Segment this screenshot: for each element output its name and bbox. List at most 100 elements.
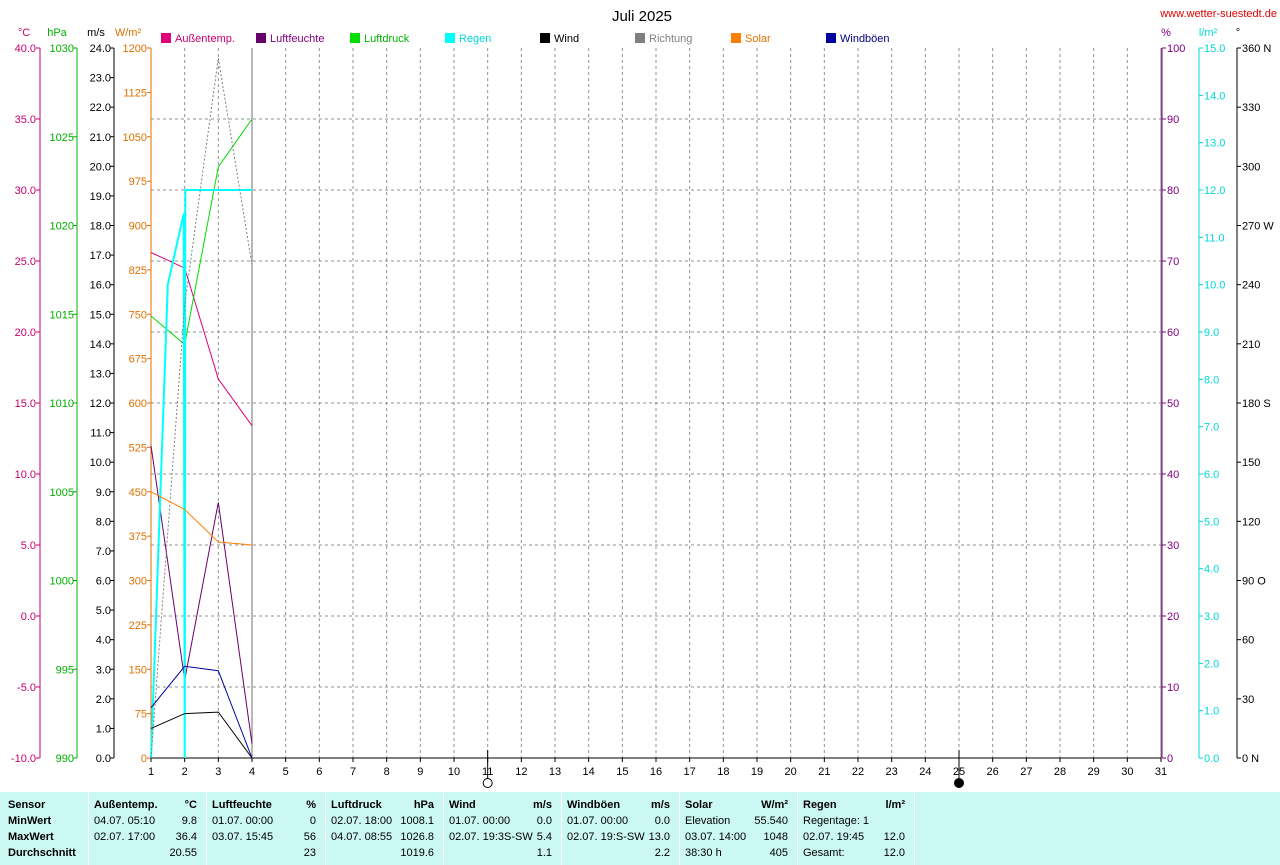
tick-label-solar: 150 <box>129 664 147 676</box>
x-tick-label: 3 <box>215 766 221 778</box>
tick-label-wind: 11.0 <box>90 428 111 440</box>
tick-label-humidity: 40 <box>1167 469 1179 481</box>
tick-label-temp: 30.0 <box>15 185 36 197</box>
tick-label-wind: 2.0 <box>96 694 111 706</box>
stats-col-unit: °C <box>184 799 197 811</box>
stats-cell-value: 1008.1 <box>400 815 434 827</box>
tick-label-rain: 14.0 <box>1204 90 1225 102</box>
tick-label-humidity: 70 <box>1167 256 1179 268</box>
stats-cell-label: Regentage: 1 <box>803 815 870 827</box>
tick-label-rain: 6.0 <box>1204 469 1219 481</box>
tick-label-solar: 525 <box>129 442 147 454</box>
x-tick-label: 27 <box>1020 766 1032 778</box>
tick-label-humidity: 10 <box>1167 682 1179 694</box>
tick-label-wind: 16.0 <box>90 280 111 292</box>
stats-cell-value: 20.55 <box>169 847 197 859</box>
legend-label: Luftdruck <box>364 33 410 45</box>
tick-label-temp: 20.0 <box>15 327 36 339</box>
tick-label-wind: 4.0 <box>96 635 111 647</box>
x-tick-label: 2 <box>182 766 188 778</box>
stats-col-header: Wind <box>449 799 476 811</box>
axis-rain: 15.0 14.0 13.0 12.0 11.0 10.0 9.0 8.0 7.0 6.0 5.0 4… <box>1198 27 1225 765</box>
tick-label-humidity: 50 <box>1167 398 1179 410</box>
stats-cell-value: 1.1 <box>536 847 552 859</box>
tick-label-wind: 17.0 <box>90 250 111 262</box>
site-link[interactable]: www.wetter-suestedt.de <box>1159 8 1277 20</box>
tick-label-pressure: 1015 <box>50 309 74 321</box>
tick-label-pressure: 1020 <box>50 221 74 233</box>
axis-temp: 40.0 35.0 30.0 25.0 20.0 15.0 10.0 5.0 0.0 -5.0 -1… <box>11 27 41 765</box>
chart-grid <box>150 48 1162 759</box>
axis-unit-humidity: % <box>1161 27 1171 39</box>
tick-label-rain: 7.0 <box>1204 422 1219 434</box>
x-tick-label: 1 <box>148 766 154 778</box>
stats-column-2: Luftdruck hPa 02.07. 18:00 1008.1 04.07. 08:… <box>326 792 444 865</box>
stats-col-header: Regen <box>803 799 837 811</box>
tick-label-temp: -5.0 <box>17 682 36 694</box>
tick-label-humidity: 30 <box>1167 540 1179 552</box>
tick-label-temp: 0.0 <box>21 611 36 623</box>
stats-cell-value: 13.0 <box>648 831 670 843</box>
stats-col-unit: W/m² <box>761 799 788 811</box>
tick-label-rain: 15.0 <box>1204 43 1225 55</box>
tick-label-wind: 0.0 <box>96 753 111 765</box>
tick-label-wind: 9.0 <box>96 487 111 499</box>
series-line-Richtung <box>150 57 253 759</box>
tick-label-pressure: 1000 <box>50 576 74 588</box>
tick-label-direction: 330 <box>1242 102 1260 114</box>
stats-col-unit: % <box>306 799 316 811</box>
stats-cell-value: 9.8 <box>181 815 197 827</box>
tick-label-solar: 300 <box>129 576 147 588</box>
series-line-Luftfeuchte <box>150 445 253 744</box>
x-tick-label: 4 <box>249 766 255 778</box>
legend-swatch <box>635 33 645 43</box>
tick-label-wind: 22.0 <box>90 102 111 114</box>
tick-label-rain: 9.0 <box>1204 327 1219 339</box>
stats-cell-value: 12.0 <box>883 831 905 843</box>
tick-label-wind: 15.0 <box>90 309 111 321</box>
legend-swatch <box>826 33 836 43</box>
chart-series <box>150 57 253 759</box>
tick-label-rain: 12.0 <box>1204 185 1225 197</box>
legend-label: Richtung <box>649 33 692 45</box>
tick-label-direction: 270 W <box>1242 221 1274 233</box>
x-tick-label: 26 <box>987 766 999 778</box>
tick-label-wind: 1.0 <box>96 723 111 735</box>
tick-label-temp: -10.0 <box>11 753 36 765</box>
tick-label-solar: 75 <box>135 709 147 721</box>
tick-label-temp: 5.0 <box>21 540 36 552</box>
stats-column-3: Wind m/s 01.07. 00:00 0.0 02.07. 19:3S-SW 5.4… <box>444 792 562 865</box>
tick-label-pressure: 995 <box>56 664 74 676</box>
x-tick-label: 28 <box>1054 766 1066 778</box>
axis-pressure: 1030 1025 1020 1015 1010 1005 1000 995 990 hPa <box>47 27 78 765</box>
stats-cell-value: 0 <box>309 815 316 827</box>
stats-column-6: Regen l/m² Regentage: 1 02.07. 19:45 12.0 Ges… <box>798 792 915 865</box>
tick-label-temp: 15.0 <box>15 398 36 410</box>
x-tick-label: 19 <box>751 766 763 778</box>
stats-cell-value: 23 <box>303 847 316 859</box>
stats-cell-value: 1019.6 <box>400 847 434 859</box>
x-tick-label: 7 <box>350 766 356 778</box>
stats-col-unit: hPa <box>413 799 434 811</box>
axis-unit-temp: °C <box>18 27 30 39</box>
tick-label-direction: 300 <box>1242 161 1260 173</box>
tick-label-temp: 40.0 <box>15 43 36 55</box>
x-axis: 1 2 3 4 5 6 7 8 9 10 11 12 13 14 15 16 17 18 19 20 21 22 23 24 2… <box>148 750 1167 788</box>
tick-label-solar: 450 <box>129 487 147 499</box>
tick-label-wind: 13.0 <box>90 368 111 380</box>
axis-direction: 360 N 330 300 270 W 240 210 180 S 150 120 90 O 60 3… <box>1236 27 1275 765</box>
legend-label: Solar <box>745 33 771 45</box>
tick-label-pressure: 1030 <box>50 43 74 55</box>
legend-label: Außentemp. <box>175 33 235 45</box>
legend-swatch <box>350 33 360 43</box>
tick-label-direction: 210 <box>1242 339 1260 351</box>
stats-col-header: Luftdruck <box>331 799 382 811</box>
stats-table: Sensor MinWert MaxWert Durchschnitt Außentem… <box>0 792 1280 865</box>
full-moon-icon <box>482 778 493 788</box>
x-tick-label: 31 <box>1155 766 1167 778</box>
new-moon-icon <box>954 778 964 788</box>
stats-col-header: Luftfeuchte <box>212 799 272 811</box>
tick-label-solar: 600 <box>129 398 147 410</box>
stats-column-0: Außentemp. °C 04.07. 05:10 9.8 02.07. 17:00 3… <box>89 792 207 865</box>
x-tick-label: 17 <box>684 766 696 778</box>
